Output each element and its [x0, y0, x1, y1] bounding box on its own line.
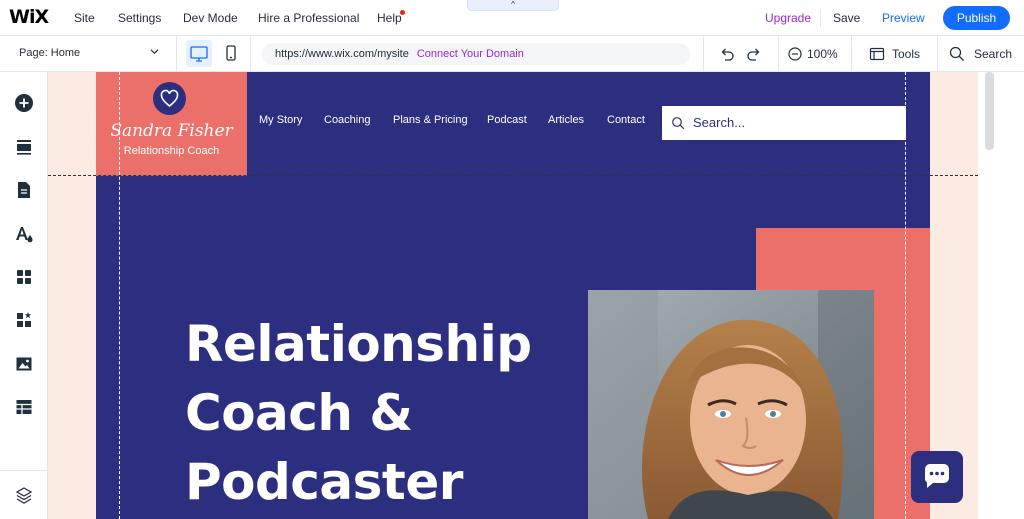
- tools-button[interactable]: Tools: [892, 47, 920, 61]
- divider: [778, 36, 779, 72]
- menu-site[interactable]: Site: [74, 11, 95, 25]
- page-selector[interactable]: Page: Home: [19, 47, 80, 59]
- mobile-view-button[interactable]: [222, 40, 240, 67]
- portrait-illustration: [588, 290, 874, 519]
- left-gridline: [119, 72, 120, 519]
- menu-dev-mode[interactable]: Dev Mode: [183, 11, 238, 25]
- preview-button[interactable]: Preview: [882, 11, 925, 25]
- zoom-out-icon[interactable]: [787, 46, 803, 62]
- wix-logo[interactable]: WiX: [9, 6, 49, 28]
- heart-logo: [153, 82, 186, 115]
- nav-articles[interactable]: Articles: [548, 114, 584, 126]
- cms-icon[interactable]: [14, 397, 34, 417]
- add-icon[interactable]: [14, 93, 34, 113]
- publish-button[interactable]: Publish: [943, 6, 1010, 30]
- chevron-down-icon[interactable]: [150, 47, 159, 56]
- headline-line-1: Relationship: [185, 315, 532, 373]
- search-icon[interactable]: [949, 46, 965, 62]
- scrollbar-thumb[interactable]: [985, 72, 994, 150]
- layers-icon[interactable]: [14, 485, 34, 505]
- divider: [820, 9, 821, 27]
- divider: [0, 470, 48, 471]
- upgrade-link[interactable]: Upgrade: [765, 11, 811, 25]
- heart-icon: [160, 89, 179, 108]
- media-icon[interactable]: [14, 354, 34, 374]
- desktop-view-button[interactable]: [186, 40, 212, 67]
- undo-icon[interactable]: [719, 46, 735, 62]
- site-search-placeholder: Search...: [693, 115, 746, 130]
- pages-icon[interactable]: [14, 180, 34, 200]
- header-guide-line: [48, 175, 978, 176]
- apps-icon[interactable]: [14, 267, 34, 287]
- site-page[interactable]: Sandra Fisher Relationship Coach My Stor…: [96, 72, 930, 519]
- chat-icon: [924, 464, 949, 488]
- right-gridline: [905, 72, 906, 519]
- menu-help[interactable]: Help: [377, 11, 402, 25]
- collapse-toolbar-tab[interactable]: ^: [467, 0, 559, 11]
- chevron-up-icon: ^: [511, 0, 515, 9]
- mobile-icon: [226, 45, 236, 61]
- editor-left-sidebar: [0, 72, 48, 519]
- redo-icon[interactable]: [746, 46, 762, 62]
- divider: [703, 36, 704, 72]
- hero-portrait-image[interactable]: [588, 290, 874, 519]
- nav-my-story[interactable]: My Story: [259, 114, 302, 126]
- editor-canvas[interactable]: Sandra Fisher Relationship Coach My Stor…: [48, 72, 978, 519]
- design-icon[interactable]: [14, 224, 34, 244]
- tools-icon[interactable]: [869, 46, 885, 62]
- site-url-bar[interactable]: https://www.wix.com/mysite Connect Your D…: [262, 43, 690, 65]
- editor-top-bar: WiX Site Settings Dev Mode Hire a Profes…: [0, 0, 1024, 36]
- editor-toolbar: Page: Home https://www.wix.com/mysite Con…: [0, 36, 1024, 72]
- save-button[interactable]: Save: [833, 11, 860, 25]
- headline-line-2: Coach &: [185, 384, 413, 442]
- divider: [937, 36, 938, 72]
- hero-headline[interactable]: Relationship Coach & Podcaster: [185, 310, 532, 517]
- site-search-box[interactable]: Search...: [662, 106, 906, 140]
- site-url: https://www.wix.com/mysite: [275, 48, 409, 60]
- chat-button[interactable]: [911, 451, 963, 503]
- headline-line-3: Podcaster: [185, 453, 463, 511]
- nav-coaching[interactable]: Coaching: [324, 114, 370, 126]
- sections-icon[interactable]: [14, 137, 34, 157]
- nav-podcast[interactable]: Podcast: [487, 114, 527, 126]
- divider: [250, 36, 251, 72]
- desktop-icon: [190, 46, 208, 62]
- divider: [176, 36, 177, 72]
- connect-domain-link[interactable]: Connect Your Domain: [417, 48, 524, 60]
- search-icon: [672, 117, 685, 130]
- nav-contact[interactable]: Contact: [607, 114, 645, 126]
- help-notification-dot: [400, 10, 405, 15]
- menu-hire-professional[interactable]: Hire a Professional: [258, 11, 359, 25]
- nav-plans-pricing[interactable]: Plans & Pricing: [393, 114, 468, 126]
- divider: [851, 36, 852, 72]
- menu-settings[interactable]: Settings: [118, 11, 161, 25]
- business-icon[interactable]: [14, 310, 34, 330]
- zoom-level[interactable]: 100%: [807, 47, 838, 61]
- search-button[interactable]: Search: [974, 47, 1012, 61]
